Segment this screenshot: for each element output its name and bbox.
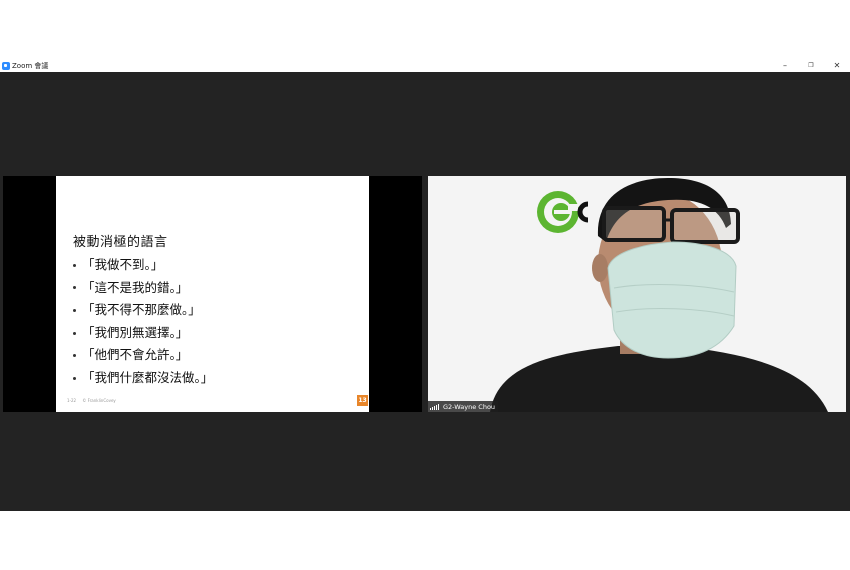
bullet-icon	[73, 263, 76, 267]
slide-bullet: 「我們什麼都沒法做。」	[73, 367, 213, 390]
zoom-window: Zoom 會議 – ❐ ✕ 被動消極的語言 「我做不到。」 「這不是我的錯。」 …	[0, 59, 850, 511]
shared-screen-tile[interactable]: 被動消極的語言 「我做不到。」 「這不是我的錯。」 「我不得不那麼做。」 「我們…	[3, 176, 422, 412]
close-button[interactable]: ✕	[824, 59, 850, 72]
participant-video-tile[interactable]: G2-Wayne Chou	[428, 176, 846, 412]
slide-title: 被動消極的語言	[73, 235, 168, 250]
participant-video-image	[428, 176, 846, 412]
bullet-icon	[73, 286, 76, 290]
slide-bullet: 「這不是我的錯。」	[73, 277, 213, 300]
slide-bullet: 「我做不到。」	[73, 254, 213, 277]
window-title: Zoom 會議	[12, 61, 49, 70]
bullet-icon	[73, 308, 76, 312]
signal-strength-icon	[430, 403, 440, 410]
presentation-slide: 被動消極的語言 「我做不到。」 「這不是我的錯。」 「我不得不那麼做。」 「我們…	[56, 176, 369, 412]
bullet-icon	[73, 331, 76, 335]
slide-footer-copyright: © FranklinCovey	[82, 398, 116, 403]
slide-footer-number: 1-22	[67, 398, 77, 403]
slide-footer: 1-22 © FranklinCovey	[67, 398, 121, 403]
slide-bullet: 「我們別無選擇。」	[73, 322, 213, 345]
title-bar: Zoom 會議 – ❐ ✕	[0, 59, 850, 72]
slide-page-badge: 13	[357, 395, 368, 406]
bullet-icon	[73, 376, 76, 380]
slide-bullet: 「他們不會允許。」	[73, 344, 213, 367]
slide-bullet-list: 「我做不到。」 「這不是我的錯。」 「我不得不那麼做。」 「我們別無選擇。」 「…	[73, 254, 213, 390]
participant-name-label: G2-Wayne Chou	[428, 401, 499, 412]
minimize-button[interactable]: –	[772, 59, 798, 72]
slide-bullet: 「我不得不那麼做。」	[73, 299, 213, 322]
restore-button[interactable]: ❐	[798, 59, 824, 72]
meeting-area: 被動消極的語言 「我做不到。」 「這不是我的錯。」 「我不得不那麼做。」 「我們…	[0, 72, 850, 511]
zoom-logo-icon	[2, 61, 10, 70]
participant-name: G2-Wayne Chou	[443, 402, 496, 411]
bullet-icon	[73, 354, 76, 358]
